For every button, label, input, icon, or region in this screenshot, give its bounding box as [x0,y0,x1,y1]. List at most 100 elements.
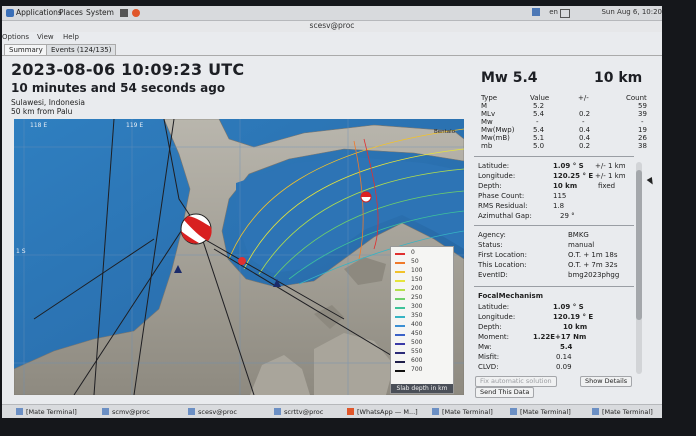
cell-value: - [536,118,539,126]
historic-event-marker[interactable] [238,257,246,265]
cell-type: Mw [481,118,493,126]
event-map[interactable]: 118 E 119 E 1 S Bentalo 0 50 100 150 200… [14,119,464,395]
longitude-label: 118 E [30,122,47,129]
show-details-button[interactable]: Show Details [580,376,633,387]
legend-swatch [395,361,405,363]
legend-swatch [395,280,405,282]
tab-events[interactable]: Events (124/135) [46,44,117,55]
legend-label: 700 [411,366,423,373]
volume-icon[interactable] [560,9,570,18]
legend-label: 100 [411,267,423,274]
send-data-button[interactable]: Send This Data [475,387,535,398]
details-scrollbar[interactable] [636,162,642,374]
slab-depth-legend: 0 50 100 150 200 250 300 350 400 450 500… [390,246,454,394]
taskbar-label: scesv@proc [198,408,237,416]
menu-applications[interactable]: Applications [16,8,62,17]
taskbar-label: [Mate Terminal] [602,408,653,416]
cell-count: 39 [638,110,647,118]
col-value: Value [530,94,550,102]
network-icon[interactable] [532,8,540,16]
app-icon [102,408,109,415]
legend-label: 450 [411,330,423,337]
window-title: scesv@proc [2,21,662,32]
latitude-label: 1 S [16,248,26,255]
col-error: +/- [578,94,589,102]
taskbar-item[interactable]: [WhatsApp — M...] [347,407,418,417]
cell-value: 5.2 [533,102,545,110]
cell-value: 5.1 [533,134,545,142]
terminal-launcher-icon[interactable] [120,9,128,17]
divider [474,286,634,287]
longitude-error: +/- 1 km [595,172,626,180]
event-id-value[interactable]: bmg2023phgg [568,271,619,279]
this-location-value: O.T. + 7m 32s [568,261,618,269]
menu-view[interactable]: View [37,33,54,41]
cell-value: 5.4 [533,126,545,134]
legend-label: 50 [411,258,419,265]
focal-mechanism-beachball[interactable] [180,213,212,245]
col-count: Count [626,94,647,102]
taskbar-item[interactable]: scmv@proc [102,407,150,417]
origin-time: 2023-08-06 10:09:23 UTC [11,60,245,79]
menu-help[interactable]: Help [63,33,79,41]
taskbar-item[interactable]: [Mate Terminal] [16,407,77,417]
cell-count: 38 [638,142,647,150]
fm-longitude-value: 120.19 ° E [553,313,594,321]
fm-moment-label: Moment: [478,333,509,341]
terminal-icon [16,408,23,415]
fm-depth-label: Depth: [478,323,502,331]
cell-count: 59 [638,102,647,110]
legend-swatch [395,307,405,309]
taskbar-item[interactable]: scrttv@proc [274,407,323,417]
legend-label: 500 [411,339,423,346]
tab-summary[interactable]: Summary [4,44,48,55]
cell-error: - [582,118,585,126]
fm-moment-value: 1.22E+17 Nm [533,333,587,341]
desktop-screen: Applications Places System en Sun Aug 6,… [2,6,662,418]
terminal-icon [432,408,439,415]
app-icon [274,408,281,415]
latitude-value: 1.09 ° S [553,162,584,170]
taskbar-item[interactable]: [Mate Terminal] [592,407,653,417]
cell-count: 26 [638,134,647,142]
top-panel: Applications Places System en Sun Aug 6,… [2,6,662,21]
focal-mechanism-title: FocalMechanism [478,292,543,300]
legend-swatch [395,271,405,273]
monitor-bezel: Applications Places System en Sun Aug 6,… [0,0,696,436]
rms-label: RMS Residual: [478,202,528,210]
this-location-label: This Location: [478,261,527,269]
depth-value-info: 10 km [553,182,578,190]
fm-latitude-value: 1.09 ° S [553,303,584,311]
taskbar-label: [Mate Terminal] [442,408,493,416]
taskbar-item[interactable]: scesv@proc [188,407,237,417]
cell-type: Mw(Mwp) [481,126,515,134]
terminal-icon [592,408,599,415]
menu-system[interactable]: System [86,8,114,17]
azimuthal-gap-value: 29 ° [560,212,575,220]
legend-swatch [395,316,405,318]
legend-swatch [395,352,405,354]
longitude-label: Longitude: [478,172,516,180]
taskbar-item[interactable]: [Mate Terminal] [432,407,493,417]
taskbar-label: [WhatsApp — M...] [357,408,418,416]
mouse-cursor-icon [646,176,656,187]
taskbar-item[interactable]: [Mate Terminal] [510,407,571,417]
legend-label: 550 [411,348,423,355]
firefox-launcher-icon[interactable] [132,9,140,17]
menu-options[interactable]: Options [2,33,29,41]
fix-solution-button[interactable]: Fix automatic solution [475,376,557,387]
event-id-label: EventID: [478,271,508,279]
cell-type: M [481,102,488,110]
cell-error: 0.2 [579,110,591,118]
cell-type: Mw(mB) [481,134,510,142]
scrollbar-thumb[interactable] [636,170,642,320]
clock[interactable]: Sun Aug 6, 10:20 [601,8,662,16]
menu-places[interactable]: Places [59,8,83,17]
legend-swatch [395,325,405,327]
fm-misfit-label: Misfit: [478,353,500,361]
keyboard-lang[interactable]: en [549,8,558,16]
longitude-label: 119 E [126,122,143,129]
legend-swatch [395,298,405,300]
cell-error: 0.4 [579,134,591,142]
legend-label: 200 [411,285,423,292]
